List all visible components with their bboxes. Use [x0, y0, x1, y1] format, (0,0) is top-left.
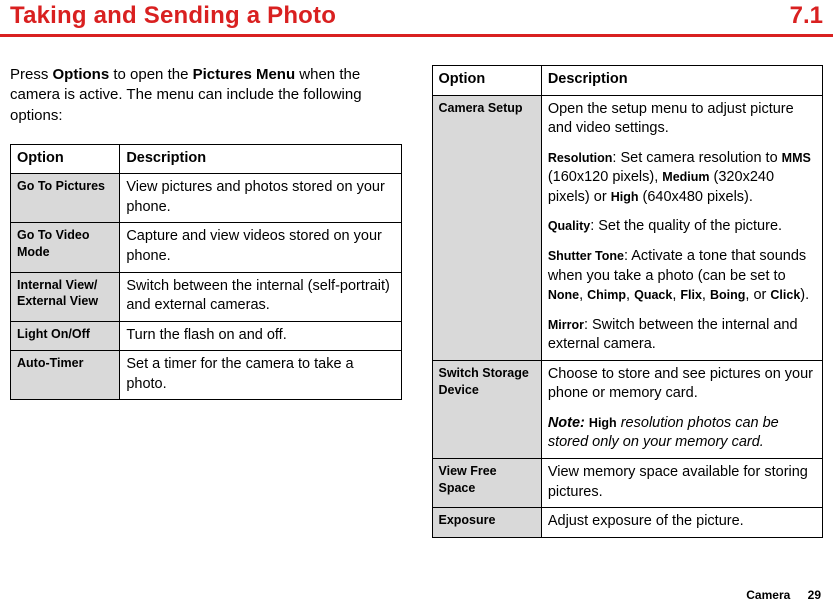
options-keyword: Options — [53, 66, 110, 83]
resolution-keyword: Resolution — [548, 151, 613, 165]
option-desc: View memory space available for storing … — [541, 459, 822, 508]
option-name: Light On/Off — [11, 321, 120, 351]
text: (640x480 pixels). — [638, 189, 752, 205]
text: ). — [800, 287, 809, 303]
value-quack: Quack — [634, 288, 672, 302]
switch-storage-intro: Choose to store and see pictures on your… — [548, 365, 816, 404]
shutter-tone-line: Shutter Tone: Activate a tone that sound… — [548, 247, 816, 306]
footer-page-number: 29 — [808, 588, 821, 602]
pictures-menu-keyword: Pictures Menu — [193, 66, 296, 83]
intro-paragraph: Press Options to open the Pictures Menu … — [10, 65, 402, 126]
text: : Set camera resolution to — [612, 150, 781, 166]
option-desc: Set a timer for the camera to take a pho… — [120, 351, 401, 400]
camera-setup-intro: Open the setup menu to adjust picture an… — [548, 100, 816, 139]
page-footer: Camera 29 — [746, 588, 821, 602]
text: , — [579, 287, 587, 303]
note-label: Note: — [548, 415, 585, 431]
mirror-keyword: Mirror — [548, 318, 584, 332]
switch-storage-note: Note: High resolution photos can be stor… — [548, 414, 816, 453]
option-desc: View pictures and photos stored on your … — [120, 174, 401, 223]
col-header-description: Description — [541, 66, 822, 96]
col-header-description: Description — [120, 144, 401, 174]
quality-keyword: Quality — [548, 219, 590, 233]
quality-line: Quality: Set the quality of the picture. — [548, 217, 816, 237]
intro-text: Press — [10, 66, 53, 83]
resolution-line: Resolution: Set camera resolution to MMS… — [548, 149, 816, 208]
option-name: Go To Video Mode — [11, 223, 120, 272]
table-row: Exposure Adjust exposure of the picture. — [432, 508, 823, 538]
table-row: Light On/Off Turn the flash on and off. — [11, 321, 402, 351]
table-row: Go To Video Mode Capture and view videos… — [11, 223, 402, 272]
option-desc: Choose to store and see pictures on your… — [541, 360, 822, 458]
shutter-tone-keyword: Shutter Tone — [548, 249, 624, 263]
option-desc: Open the setup menu to adjust picture an… — [541, 95, 822, 360]
text: , — [702, 287, 710, 303]
table-row: Internal View/ External View Switch betw… — [11, 272, 402, 321]
option-desc: Adjust exposure of the picture. — [541, 508, 822, 538]
options-table-right: Option Description Camera Setup Open the… — [432, 65, 824, 538]
text: , or — [745, 287, 770, 303]
value-mms: MMS — [782, 151, 811, 165]
table-row: View Free Space View memory space availa… — [432, 459, 823, 508]
mirror-line: Mirror: Switch between the internal and … — [548, 316, 816, 355]
option-name: Internal View/ External View — [11, 272, 120, 321]
option-name: View Free Space — [432, 459, 541, 508]
value-high: High — [589, 416, 617, 430]
table-row: Go To Pictures View pictures and photos … — [11, 174, 402, 223]
table-row: Switch Storage Device Choose to store an… — [432, 360, 823, 458]
intro-text: to open the — [109, 66, 192, 83]
footer-section: Camera — [746, 588, 790, 602]
left-column: Press Options to open the Pictures Menu … — [10, 65, 402, 538]
option-desc: Capture and view videos stored on your p… — [120, 223, 401, 272]
text: : Set the quality of the picture. — [590, 218, 782, 234]
value-chimp: Chimp — [587, 288, 626, 302]
option-desc: Turn the flash on and off. — [120, 321, 401, 351]
col-header-option: Option — [11, 144, 120, 174]
text: (160x120 pixels), — [548, 169, 662, 185]
table-row: Camera Setup Open the setup menu to adju… — [432, 95, 823, 360]
value-boing: Boing — [710, 288, 745, 302]
option-desc: Switch between the internal (self-portra… — [120, 272, 401, 321]
value-click: Click — [770, 288, 800, 302]
text: , — [626, 287, 634, 303]
content-columns: Press Options to open the Pictures Menu … — [0, 37, 833, 538]
section-number: 7.1 — [790, 2, 823, 30]
value-none: None — [548, 288, 579, 302]
option-name: Go To Pictures — [11, 174, 120, 223]
page-title: Taking and Sending a Photo — [10, 2, 336, 30]
table-header-row: Option Description — [432, 66, 823, 96]
right-column: Option Description Camera Setup Open the… — [432, 65, 824, 538]
value-medium: Medium — [662, 170, 709, 184]
page-header: Taking and Sending a Photo 7.1 — [0, 0, 833, 37]
option-name: Auto-Timer — [11, 351, 120, 400]
options-table-left: Option Description Go To Pictures View p… — [10, 144, 402, 401]
option-name: Switch Storage Device — [432, 360, 541, 458]
table-header-row: Option Description — [11, 144, 402, 174]
text: : Switch between the internal and extern… — [548, 317, 798, 353]
col-header-option: Option — [432, 66, 541, 96]
option-name: Exposure — [432, 508, 541, 538]
table-row: Auto-Timer Set a timer for the camera to… — [11, 351, 402, 400]
value-flix: Flix — [680, 288, 702, 302]
value-high: High — [611, 190, 639, 204]
option-name: Camera Setup — [432, 95, 541, 360]
